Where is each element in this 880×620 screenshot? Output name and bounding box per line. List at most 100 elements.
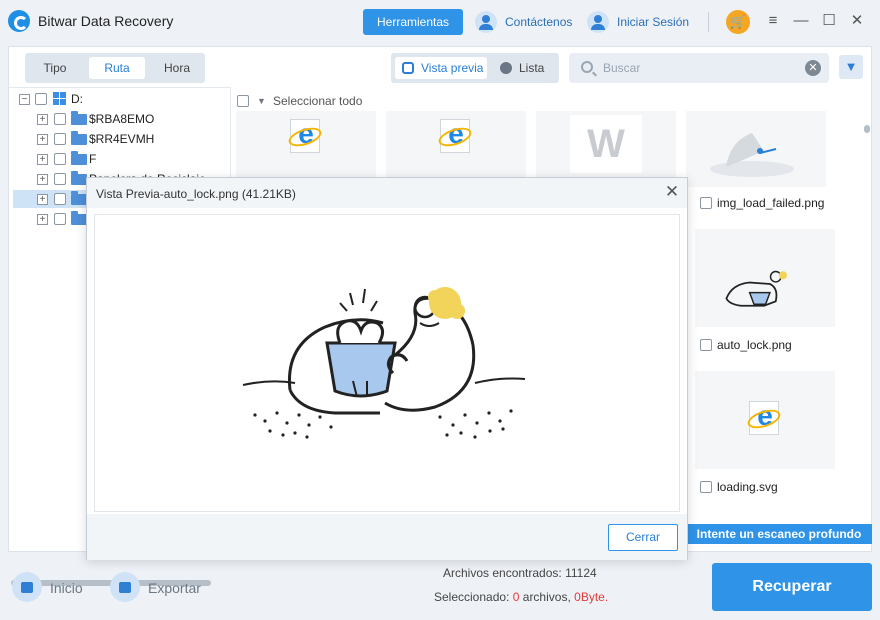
tree-node[interactable]: + $RR4EVMH — [9, 130, 229, 148]
select-all-label: Seleccionar todo — [273, 94, 363, 108]
file-thumbnail[interactable] — [236, 111, 376, 187]
selected-status: Seleccionado: 0 archivos, 0Byte. — [434, 590, 608, 604]
login-link[interactable]: Iniciar Sesión — [587, 11, 689, 33]
export-button[interactable]: Exportar — [110, 572, 201, 604]
folder-icon — [71, 171, 87, 185]
file-thumbnail[interactable] — [695, 229, 835, 327]
collapse-icon[interactable]: − — [19, 94, 30, 105]
checkbox[interactable] — [54, 153, 66, 165]
folder-icon — [71, 111, 87, 125]
menu-icon[interactable]: ≡ — [764, 12, 782, 30]
tab-ruta[interactable]: Ruta — [89, 57, 145, 79]
drive-icon — [53, 92, 67, 106]
checkbox[interactable] — [54, 133, 66, 145]
tab-tipo[interactable]: Tipo — [29, 57, 81, 79]
expand-icon[interactable]: + — [37, 154, 48, 165]
tree-node-label: $RR4EVMH — [89, 132, 155, 146]
preview-dialog: Vista Previa-auto_lock.png (41.21KB) ✕ C… — [86, 177, 688, 560]
found-label: Archivos encontrados: — [443, 566, 562, 580]
tree-node-label: F — [89, 152, 97, 166]
search-placeholder: Buscar — [603, 61, 641, 75]
file-checkbox[interactable] — [700, 481, 712, 493]
deep-scan-button[interactable]: Intente un escaneo profundo — [686, 524, 872, 544]
expand-icon[interactable]: + — [37, 214, 48, 225]
filter-icon[interactable]: ▼ — [839, 55, 863, 79]
tools-button[interactable]: Herramientas — [363, 9, 463, 35]
ie-file-icon — [290, 119, 320, 153]
folder-icon — [71, 131, 87, 145]
contact-label: Contáctenos — [505, 15, 573, 29]
tab-hora[interactable]: Hora — [151, 57, 203, 79]
checkbox[interactable] — [35, 93, 47, 105]
view-switcher: Vista previa Lista — [391, 53, 559, 83]
file-thumbnail[interactable]: W — [536, 111, 676, 187]
found-files-status: Archivos encontrados: 11124 — [443, 566, 597, 580]
grid-icon — [402, 62, 414, 74]
app-title: Bitwar Data Recovery — [38, 13, 174, 29]
file-checkbox[interactable] — [700, 197, 712, 209]
file-name[interactable]: img_load_failed.png — [700, 195, 824, 211]
checkbox[interactable] — [54, 173, 66, 185]
preview-dialog-title: Vista Previa-auto_lock.png (41.21KB) — [96, 187, 296, 201]
contact-link[interactable]: Contáctenos — [475, 11, 572, 33]
expand-icon[interactable]: + — [37, 114, 48, 125]
checkbox[interactable] — [54, 213, 66, 225]
file-thumbnail[interactable] — [695, 371, 835, 469]
select-all-checkbox[interactable] — [237, 95, 249, 107]
expand-icon[interactable]: + — [37, 134, 48, 145]
clear-search-icon[interactable]: ✕ — [805, 60, 821, 76]
title-divider — [708, 12, 709, 32]
support-icon — [475, 11, 497, 33]
selected-label: Seleccionado: — [434, 590, 510, 604]
home-label: Inicio — [50, 580, 83, 596]
found-count: 11124 — [565, 566, 597, 580]
ie-file-icon — [440, 119, 470, 153]
file-name[interactable]: auto_lock.png — [700, 337, 792, 353]
files-word: archivos, — [522, 590, 571, 604]
folder-icon — [71, 191, 87, 205]
recover-button[interactable]: Recuperar — [712, 563, 872, 611]
export-label: Exportar — [148, 580, 201, 596]
tree-node-label: D: — [71, 92, 83, 106]
close-button[interactable]: Cerrar — [608, 524, 678, 551]
expand-icon[interactable]: + — [37, 174, 48, 185]
ie-file-icon — [749, 401, 779, 435]
file-name-label: auto_lock.png — [717, 338, 792, 352]
save-icon — [110, 572, 140, 602]
list-view-button[interactable]: Lista — [493, 57, 555, 79]
expand-icon[interactable]: + — [37, 194, 48, 205]
checkbox[interactable] — [54, 113, 66, 125]
minimize-icon[interactable]: — — [792, 12, 810, 30]
file-checkbox[interactable] — [700, 339, 712, 351]
app-logo-icon — [8, 10, 30, 32]
wps-logo-icon: W — [570, 115, 642, 173]
checkbox[interactable] — [54, 193, 66, 205]
folder-icon — [71, 211, 87, 225]
tree-node-root[interactable]: − D: — [9, 90, 229, 108]
tree-node[interactable]: + $RBA8EMO — [9, 110, 229, 128]
file-name[interactable]: loading.svg — [700, 479, 778, 495]
broken-image-icon — [710, 133, 794, 177]
select-all[interactable]: ▼ Seleccionar todo — [237, 93, 362, 109]
cart-icon[interactable]: 🛒 — [726, 10, 750, 34]
search-icon — [581, 61, 593, 73]
selected-count: 0 — [512, 590, 520, 604]
preview-view-button[interactable]: Vista previa — [395, 57, 487, 79]
title-bar: Bitwar Data Recovery Herramientas Contác… — [0, 0, 880, 44]
home-button[interactable]: Inicio — [12, 572, 83, 604]
tree-node[interactable]: + F — [9, 150, 229, 168]
login-label: Iniciar Sesión — [617, 15, 690, 29]
maximize-icon[interactable]: ☐ — [820, 12, 838, 30]
bottom-bar: Inicio Exportar Archivos encontrados: 11… — [0, 552, 880, 620]
dropdown-arrow-icon[interactable]: ▼ — [257, 93, 266, 109]
close-icon[interactable]: ✕ — [663, 183, 681, 201]
grid-vertical-scrollbar[interactable] — [864, 125, 870, 133]
close-window-icon[interactable]: ✕ — [848, 12, 866, 30]
user-icon — [587, 11, 609, 33]
preview-image-area — [94, 214, 680, 512]
preview-image — [242, 287, 526, 439]
file-name-label: loading.svg — [717, 480, 778, 494]
search-box[interactable]: Buscar ✕ — [569, 53, 829, 83]
file-thumbnail[interactable] — [386, 111, 526, 187]
file-thumbnail[interactable] — [686, 111, 826, 187]
